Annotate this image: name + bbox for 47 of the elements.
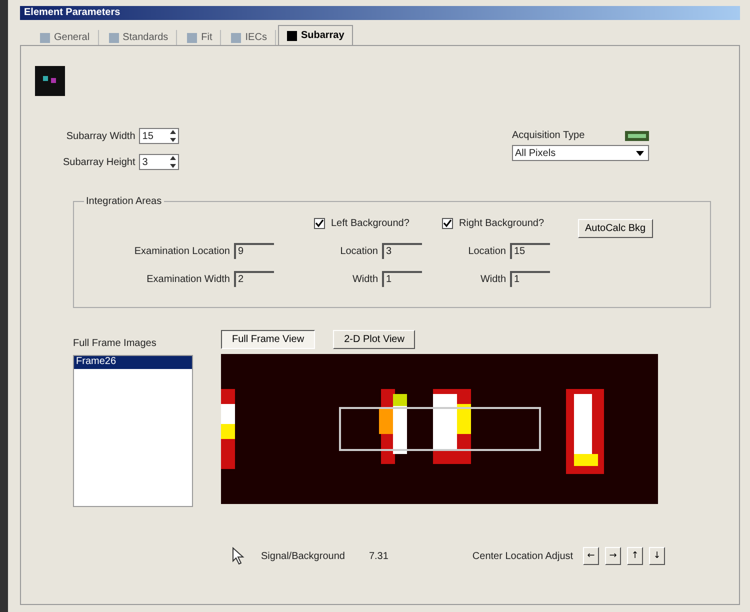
dropdown[interactable]: All Pixels xyxy=(512,145,649,161)
field-label: Examination Location xyxy=(134,246,230,256)
field-label: Location xyxy=(340,246,378,256)
field-label: Location xyxy=(468,246,506,256)
tab[interactable]: Fit xyxy=(179,30,222,45)
indicator-icon xyxy=(625,130,649,140)
field-label: Width xyxy=(352,274,378,284)
text-field[interactable]: 1 xyxy=(510,271,550,287)
text-field[interactable]: 1 xyxy=(382,271,422,287)
text-field[interactable]: 9 xyxy=(234,243,274,259)
text-field[interactable]: 3 xyxy=(382,243,422,259)
field-label: Examination Width xyxy=(146,274,230,284)
field-label: Subarray Width xyxy=(66,130,136,142)
tab[interactable]: Standards xyxy=(100,30,178,45)
tab[interactable]: General xyxy=(32,30,99,45)
spin-field[interactable]: 15 xyxy=(139,128,180,144)
checkbox[interactable] xyxy=(314,218,325,228)
field-label: Width xyxy=(480,274,506,284)
signal-label: Signal/Background xyxy=(261,550,345,562)
checkbox-label: Left Background? xyxy=(331,218,410,228)
cursor-icon xyxy=(231,547,245,565)
adjust-button[interactable]: ↑ xyxy=(627,547,644,565)
adjust-button[interactable]: → xyxy=(605,547,622,565)
field-label: Subarray Height xyxy=(63,156,136,168)
tab[interactable]: Subarray xyxy=(278,25,354,45)
text-field[interactable]: 15 xyxy=(510,243,550,259)
window-title: Element Parameters xyxy=(20,6,740,20)
field-label: Acquisition Type xyxy=(512,130,585,141)
spin-arrows-icon xyxy=(168,154,178,170)
tab[interactable]: IECs xyxy=(223,30,276,45)
view-tab[interactable]: 2-D Plot View xyxy=(333,330,416,349)
view-tab[interactable]: Full Frame View xyxy=(221,330,316,349)
signal-value: 7.31 xyxy=(368,550,388,562)
autocalc-button[interactable]: AutoCalc Bkg xyxy=(578,219,653,238)
group-title: Integration Areas xyxy=(85,196,163,207)
subarray-icon xyxy=(35,66,65,96)
adjust-button[interactable]: ← xyxy=(583,547,600,565)
adjust-button[interactable]: ↓ xyxy=(649,547,666,565)
checkbox-label: Right Background? xyxy=(459,218,544,228)
adjust-label: Center Location Adjust xyxy=(472,550,574,562)
spin-arrows-icon xyxy=(168,128,178,144)
list-item[interactable]: Frame26 xyxy=(74,356,192,369)
text-field[interactable]: 2 xyxy=(234,271,274,287)
list-label: Full Frame Images xyxy=(73,338,158,349)
spin-field[interactable]: 3 xyxy=(139,154,180,170)
checkbox[interactable] xyxy=(442,218,453,228)
selection-rectangle[interactable] xyxy=(339,407,541,451)
